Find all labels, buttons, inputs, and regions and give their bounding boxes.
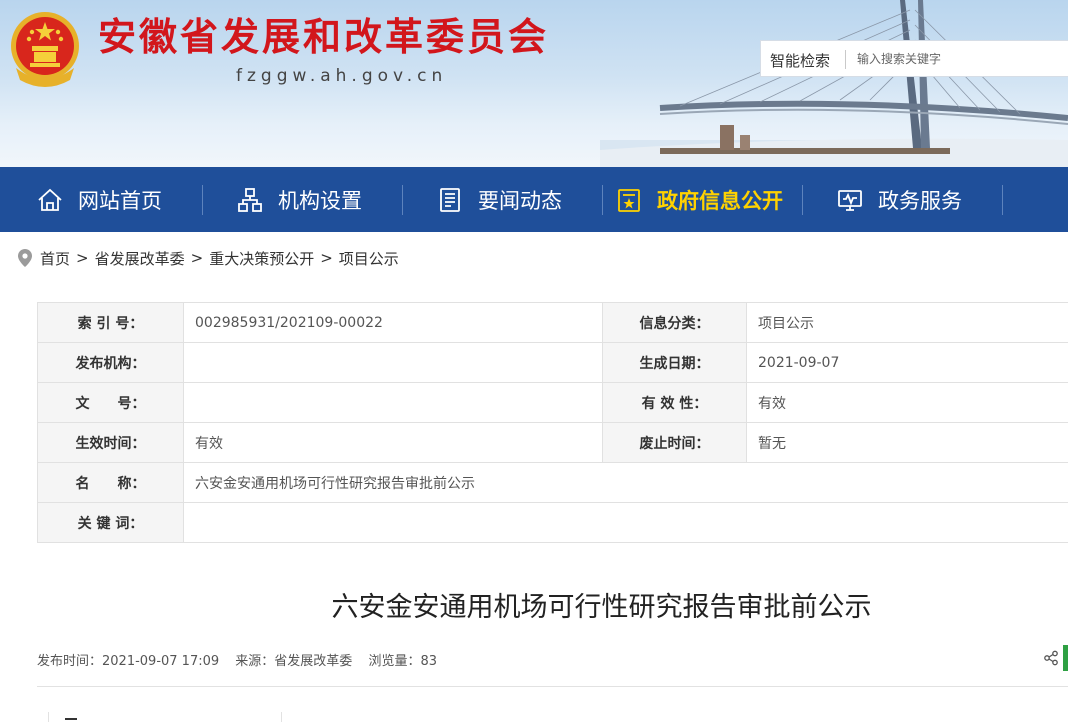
breadcrumb-project-notice[interactable]: 项目公示 [339,248,399,269]
created-date-label: 生成日期： [602,342,747,383]
document-number-value [183,382,603,423]
validity-label: 有 效 性： [602,382,747,423]
publisher-value [183,342,603,383]
nav-item-home[interactable]: 网站首页 [36,167,162,232]
table-row: 名 称： 六安金安通用机场可行性研究报告审批前公示 [37,462,1068,503]
keywords-label: 关 键 词： [37,502,184,543]
side-accent-bar [1063,645,1068,671]
search-input[interactable] [857,47,1057,71]
nav-label: 机构设置 [278,188,362,213]
name-label: 名 称： [37,462,184,503]
document-metadata-table: 索 引 号： 002985931/202109-00022 信息分类： 项目公示… [37,302,1068,543]
effective-time-label: 生效时间： [37,422,184,463]
nav-divider [202,185,203,215]
font-size-control [48,712,282,722]
nav-item-government-services[interactable]: 政务服务 [836,167,962,232]
main-nav: 网站首页 机构设置 要闻动态 政府信息公开 政务服务 [0,167,1068,232]
expiry-time-value: 暂无 [746,422,1068,463]
site-domain: fzggw.ah.gov.cn [236,66,448,86]
table-row: 发布机构： 生成日期： 2021-09-07 [37,342,1068,383]
org-chart-icon [238,187,262,212]
news-icon [440,187,460,212]
smart-search-label[interactable]: 智能检索 [770,50,830,71]
document-number-label: 文 号： [37,382,184,423]
breadcrumb: 首页 > 省发展改革委 > 重大决策预公开 > 项目公示 [18,246,399,270]
article-divider [37,686,1068,687]
nav-item-organization[interactable]: 机构设置 [236,167,362,232]
site-header: 安徽省发展和改革委员会 fzggw.ah.gov.cn 智能检索 [0,0,1068,167]
search-box: 智能检索 [760,40,1068,77]
bridge-banner-image [600,0,1068,167]
table-row: 文 号： 有 效 性： 有效 [37,382,1068,423]
info-disclosure-icon [618,188,640,212]
nav-divider [402,185,403,215]
nav-divider [602,185,603,215]
table-row: 生效时间： 有效 废止时间： 暂无 [37,422,1068,463]
nav-item-info-disclosure[interactable]: 政府信息公开 [615,167,783,232]
breadcrumb-commission[interactable]: 省发展改革委 [95,248,185,269]
location-pin-icon [18,249,32,267]
nav-divider [802,185,803,215]
validity-value: 有效 [746,382,1068,423]
expiry-time-label: 废止时间： [602,422,747,463]
nav-divider [1002,185,1003,215]
created-date-value: 2021-09-07 [746,342,1068,383]
home-icon [38,188,62,211]
publish-time: 发布时间：2021-09-07 17:09 [37,654,220,669]
category-value: 项目公示 [746,302,1068,343]
search-divider [845,50,846,69]
nav-label: 要闻动态 [478,188,562,213]
table-row: 索 引 号： 002985931/202109-00022 信息分类： 项目公示 [37,302,1068,343]
site-title: 安徽省发展和改革委员会 [98,15,550,59]
monitor-icon [838,189,862,211]
breadcrumb-separator: > [76,249,89,267]
name-value: 六安金安通用机场可行性研究报告审批前公示 [183,462,1068,503]
keywords-value [183,502,1068,543]
breadcrumb-home[interactable]: 首页 [40,248,70,269]
breadcrumb-separator: > [190,249,204,267]
nav-label: 政务服务 [878,188,962,213]
breadcrumb-major-decisions[interactable]: 重大决策预公开 [209,248,314,269]
nav-label: 网站首页 [78,188,162,213]
table-row: 关 键 词： [37,502,1068,543]
breadcrumb-separator: > [320,249,333,267]
publisher-label: 发布机构： [37,342,184,383]
share-icon[interactable] [1043,650,1059,666]
nav-item-news[interactable]: 要闻动态 [436,167,562,232]
category-label: 信息分类： [602,302,747,343]
national-emblem-icon [11,12,79,87]
minus-icon[interactable] [65,718,77,720]
article-source: 来源：省发展改革委 [235,654,353,669]
article-info-bar: 发布时间：2021-09-07 17:09 来源：省发展改革委 浏览量：83 [37,650,449,669]
view-count: 浏览量：83 [368,654,437,669]
nav-label: 政府信息公开 [657,188,783,213]
index-number-value: 002985931/202109-00022 [183,302,603,343]
article-title: 六安金安通用机场可行性研究报告审批前公示 [331,592,872,623]
effective-time-value: 有效 [183,422,603,463]
index-number-label: 索 引 号： [37,302,184,343]
